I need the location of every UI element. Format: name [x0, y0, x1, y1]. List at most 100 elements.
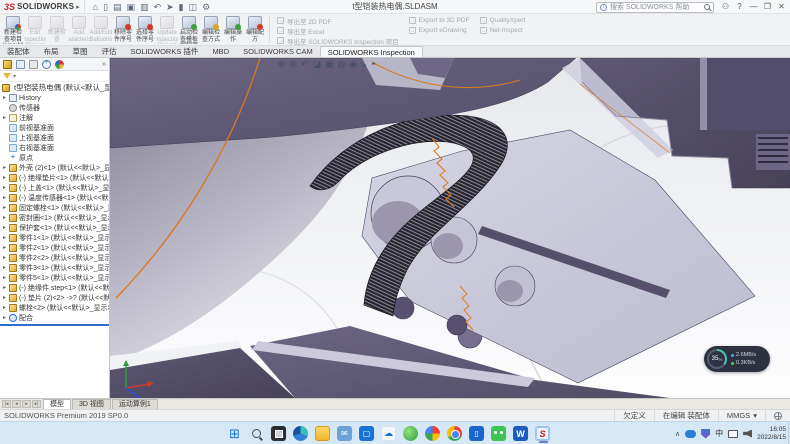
- home-icon[interactable]: ⌂: [93, 2, 98, 12]
- tree-item[interactable]: ▸ 密封圈<1> (默认<<默认>_显示状态: [0, 213, 109, 223]
- export-menu-item[interactable]: → 导出至 Excel: [277, 26, 399, 35]
- hide-show-items-icon[interactable]: ◉: [350, 58, 358, 71]
- ribbon-tab[interactable]: SOLIDWORKS CAM: [236, 46, 320, 57]
- tree-item[interactable]: 原点: [0, 153, 109, 163]
- ribbon-button[interactable]: Add/Edit Balloons: [90, 15, 112, 44]
- feature-tree-tab-icon[interactable]: [3, 60, 12, 69]
- tab-scroll-icon[interactable]: |◂: [2, 400, 11, 408]
- ime-language-indicator[interactable]: 中: [715, 428, 723, 439]
- property-manager-tab-icon[interactable]: [16, 60, 25, 69]
- ribbon-button[interactable]: 移除零件序号: [112, 15, 134, 44]
- ribbon-tab[interactable]: SOLIDWORKS 插件: [124, 46, 206, 57]
- word-icon[interactable]: W: [513, 426, 528, 441]
- file-explorer-icon[interactable]: [315, 426, 330, 441]
- tree-item[interactable]: ▸ 零件1<1> (默认<<默认>_显示状态: [0, 233, 109, 243]
- document-tab[interactable]: 3D 视图: [72, 399, 111, 409]
- section-view-icon[interactable]: ◪: [313, 58, 322, 71]
- tree-item[interactable]: ▸ 固定螺栓<1> (默认<<默认>_显示状: [0, 203, 109, 213]
- tab-scroll-icon[interactable]: ▸|: [32, 400, 41, 408]
- scene-settings-icon[interactable]: ◓: [371, 58, 376, 71]
- export-menu-item[interactable]: → 导出至 2D PDF: [277, 16, 399, 25]
- export-menu-item[interactable]: → Net-Inspect: [480, 26, 526, 35]
- ribbon-button[interactable]: 新建检查项目 (amp;N): [2, 15, 24, 44]
- assembly-root-node[interactable]: t型铠装热电偶 (默认<默认_显示状态-1>): [0, 82, 109, 93]
- zoom-fit-icon[interactable]: ⊕: [278, 58, 286, 71]
- document-tab[interactable]: 模型: [43, 399, 71, 409]
- undo-icon[interactable]: ↶: [154, 2, 162, 12]
- tag-globe-segment[interactable]: [765, 410, 790, 421]
- units-selector[interactable]: MMGS ▾: [718, 410, 765, 421]
- ribbon-tab[interactable]: 装配体: [0, 46, 37, 57]
- display-style-icon[interactable]: ◍: [338, 58, 346, 71]
- tree-item[interactable]: 前视基准面: [0, 123, 109, 133]
- ribbon-tab[interactable]: SOLIDWORKS Inspection: [320, 46, 423, 57]
- tree-item[interactable]: ▸ 配合: [0, 313, 109, 323]
- tab-scroll-icon[interactable]: ◂: [12, 400, 21, 408]
- chrome-icon[interactable]: [447, 426, 462, 441]
- minimize-icon[interactable]: —: [747, 1, 760, 13]
- more-tabs-icon[interactable]: »: [102, 61, 106, 68]
- user-login-icon[interactable]: ⚇: [719, 1, 732, 13]
- save-icon[interactable]: ▣: [127, 2, 136, 12]
- export-menu-item[interactable]: → Export eDrawing: [409, 26, 470, 35]
- tree-item[interactable]: ▸ History: [0, 93, 109, 103]
- search-button[interactable]: [249, 426, 264, 441]
- options-gear-icon[interactable]: ⚙: [202, 2, 210, 12]
- export-menu-item[interactable]: → Export to 3D PDF: [409, 16, 470, 25]
- tree-item[interactable]: ▸ 注解: [0, 113, 109, 123]
- ribbon-button[interactable]: 新建检查: [46, 15, 68, 44]
- speaker-tray-icon[interactable]: [743, 430, 752, 438]
- tray-chevron-icon[interactable]: ∧: [675, 430, 680, 438]
- security-shield-icon[interactable]: [701, 429, 710, 439]
- phone-link-icon[interactable]: ▯: [469, 426, 484, 441]
- new-document-icon[interactable]: ▯: [103, 2, 108, 12]
- tree-item[interactable]: ▸ (-) 绝缘垫片<1> (默认<<默认>_显示: [0, 173, 109, 183]
- start-button[interactable]: ⊞: [227, 426, 242, 441]
- media-app-icon[interactable]: [425, 426, 440, 441]
- tree-item[interactable]: ▸ 零件5<1> (默认<<默认>_显示状态: [0, 273, 109, 283]
- search-input[interactable]: i 搜索 SOLIDWORKS 帮助: [596, 2, 714, 13]
- export-menu-item[interactable]: → 导出至 SOLIDWORKS Inspection 项目: [277, 36, 399, 45]
- wechat-icon[interactable]: [491, 426, 506, 441]
- ribbon-button[interactable]: 启动检查模板编辑器: [178, 15, 200, 44]
- ribbon-tab[interactable]: MBD: [205, 46, 236, 57]
- ribbon-button[interactable]: Add Characteristic: [68, 15, 90, 44]
- ribbon-button[interactable]: 编辑检查方式: [200, 15, 222, 44]
- previous-view-icon[interactable]: ↶: [301, 58, 309, 71]
- document-tab[interactable]: 运动算例1: [112, 399, 158, 409]
- ribbon-button[interactable]: 编辑操作: [222, 15, 244, 44]
- ribbon-button[interactable]: 编辑配方: [244, 15, 266, 44]
- onedrive-icon[interactable]: ☁: [381, 426, 396, 441]
- tree-item[interactable]: ▸ 螺栓<2> (默认<<默认>_显示状态: [0, 303, 109, 313]
- edge-icon[interactable]: [293, 426, 308, 441]
- tree-item[interactable]: ▸ (-) 温度传感器<1> (默认<<默认>_: [0, 193, 109, 203]
- ribbon-button[interactable]: Edit Inspection Project: [24, 15, 46, 44]
- ribbon-button[interactable]: 选择零件序号: [134, 15, 156, 44]
- tree-filter-bar[interactable]: ▾: [0, 71, 109, 82]
- logo-expand-icon[interactable]: ▸: [76, 3, 80, 11]
- close-icon[interactable]: ✕: [775, 1, 788, 13]
- zoom-area-icon[interactable]: ⊞: [290, 58, 298, 71]
- tree-item[interactable]: ▸ (-) 绝缘件.step<1> (默认<<默认>_: [0, 283, 109, 293]
- tree-item[interactable]: 传感器: [0, 103, 109, 113]
- print-icon[interactable]: ▥: [140, 2, 149, 12]
- task-view-button[interactable]: [271, 426, 286, 441]
- inspection-status-icon[interactable]: ▮: [179, 2, 184, 12]
- open-folder-icon[interactable]: ▤: [113, 2, 122, 12]
- ribbon-button[interactable]: Update Inspection Project: [156, 15, 178, 44]
- tree-item[interactable]: ▸ 零件2<1> (默认<<默认>_显示状态: [0, 243, 109, 253]
- ribbon-tab[interactable]: 草图: [66, 46, 95, 57]
- ribbon-tab[interactable]: 评估: [95, 46, 124, 57]
- restore-icon[interactable]: ❐: [761, 1, 774, 13]
- network-speed-widget[interactable]: 35% 2.6MB/s 0.3KB/s: [704, 346, 770, 372]
- configuration-manager-tab-icon[interactable]: [29, 60, 38, 69]
- ribbon-tab[interactable]: 布局: [37, 46, 66, 57]
- graphics-viewport[interactable]: ⊕⊞↶◪▣◍◉◒◓ 35% 2.6MB/s 0.3KB/s: [110, 58, 790, 398]
- tree-item[interactable]: ▸ (-) 垫片 (2)<2> ->? (默认<<默认>: [0, 293, 109, 303]
- tree-item[interactable]: 上视基准面: [0, 133, 109, 143]
- export-menu-item[interactable]: → QualityXpert: [480, 16, 526, 25]
- dimxpert-manager-tab-icon[interactable]: [42, 60, 51, 69]
- tree-item[interactable]: ▸ (-) 上盖<1> (默认<<默认>_显示状态: [0, 183, 109, 193]
- help-icon[interactable]: ?: [733, 1, 746, 13]
- tree-item[interactable]: ▸ 零件2<2> (默认<<默认>_显示状态: [0, 253, 109, 263]
